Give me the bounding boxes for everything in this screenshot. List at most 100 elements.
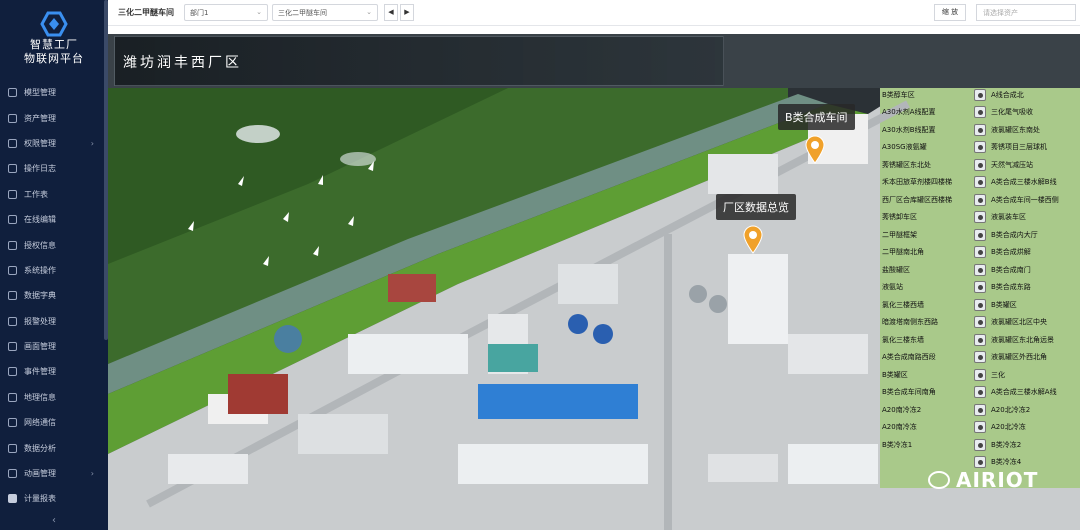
camera-item[interactable]: A线合成北 xyxy=(974,86,1024,103)
sidebar-item[interactable]: 系统操作 xyxy=(0,258,104,283)
department-select[interactable]: 部门1 ⌄ xyxy=(184,4,268,21)
camera-item[interactable]: 莠锈罐区东北处 xyxy=(882,156,931,173)
camera-item[interactable]: B类冷冻2 xyxy=(974,436,1021,453)
workshop-select[interactable]: 三化二甲醚车间 ⌄ xyxy=(272,4,378,21)
dictionary-icon xyxy=(8,291,17,301)
camera-label: 西厂区合库罐区西楼梯 xyxy=(882,195,952,204)
camera-item[interactable]: A30水剂A线配置 xyxy=(882,104,935,121)
camera-item[interactable]: A类合成三楼水解B线 xyxy=(974,174,1057,191)
overview-bubble[interactable]: 厂区数据总览 xyxy=(716,194,796,220)
sidebar-item[interactable]: 在线编辑 xyxy=(0,207,104,232)
camera-label: 液氯罐区东北角远景 xyxy=(991,335,1054,344)
camera-item[interactable]: 暗渡塔南侧东西路 xyxy=(882,314,938,331)
sidebar-item-label: 数据字典 xyxy=(24,291,56,301)
sidebar-item-label: 在线编辑 xyxy=(24,215,56,225)
camera-item[interactable]: A20北冷冻2 xyxy=(974,401,1030,418)
chevron-right-icon: › xyxy=(90,469,94,479)
camera-label: 液氯罐区北区中央 xyxy=(991,318,1047,326)
wechat-icon xyxy=(928,471,950,489)
camera-icon xyxy=(974,228,986,241)
camera-item[interactable]: 盐酸罐区 xyxy=(882,261,910,278)
camera-item[interactable]: 天然气减压站 xyxy=(974,156,1033,173)
next-button[interactable]: ▶ xyxy=(400,4,414,21)
camera-item[interactable]: A类合成车间一楼西侧 xyxy=(974,191,1059,208)
camera-item[interactable]: 莠锈项目三层球机 xyxy=(974,139,1047,156)
camera-icon xyxy=(974,106,986,118)
camera-item[interactable]: 西厂区合库罐区西楼梯 xyxy=(882,191,952,208)
zoom-button[interactable]: 缩 放 xyxy=(934,4,966,21)
sidebar-item[interactable]: 权限管理 › xyxy=(0,131,104,156)
camera-item[interactable]: 氯化三楼西墙 xyxy=(882,296,924,313)
camera-label: 二甲醚框架 xyxy=(882,230,917,239)
camera-item[interactable]: A20南冷冻 xyxy=(882,419,917,436)
sidebar-collapse-button[interactable]: ‹ xyxy=(0,512,108,530)
sidebar-item[interactable]: 网络通信 xyxy=(0,410,104,435)
sidebar-item[interactable]: 资产管理 xyxy=(0,105,104,130)
sidebar-item[interactable]: 授权信息 xyxy=(0,232,104,257)
camera-label: A类合成三楼水解B线 xyxy=(991,178,1057,186)
camera-item[interactable]: B类醇车区 xyxy=(882,86,915,103)
camera-item[interactable]: 液氯罐区外西北角 xyxy=(974,349,1047,366)
sidebar-item-label: 工作表 xyxy=(24,189,48,199)
camera-item[interactable]: A20北冷冻 xyxy=(974,419,1026,436)
sidebar-item[interactable]: 操作日志 xyxy=(0,156,104,181)
camera-item[interactable]: 液氯罐区东南处 xyxy=(974,121,1040,138)
camera-item[interactable]: 二甲醚框架 xyxy=(882,226,917,243)
camera-label: A30SG液氨罐 xyxy=(882,143,927,151)
sidebar-item[interactable]: 画面管理 xyxy=(0,334,104,359)
camera-item[interactable]: A30SG液氨罐 xyxy=(882,139,927,156)
camera-icon xyxy=(974,193,986,206)
camera-label: A30水剂B线配置 xyxy=(882,125,936,134)
prev-button[interactable]: ◀ xyxy=(384,4,398,21)
camera-icon xyxy=(974,88,986,101)
sidebar-item[interactable]: 动画管理 › xyxy=(0,461,104,486)
camera-item[interactable]: 禾本田旅草剂楼四楼梯 xyxy=(882,174,952,191)
camera-item[interactable]: B类合成南门 xyxy=(974,261,1031,278)
sidebar-item[interactable]: 事件管理 xyxy=(0,359,104,384)
asset-search-input[interactable]: 请选择资产 xyxy=(976,4,1076,21)
camera-item[interactable]: 三化尾气吸收 xyxy=(974,104,1033,121)
camera-item[interactable]: A类合成南路西段 xyxy=(882,349,936,366)
location-pin-icon[interactable] xyxy=(742,224,764,254)
camera-item[interactable]: 液氯罐区北区中央 xyxy=(974,314,1047,331)
camera-label: 三化 xyxy=(991,370,1005,379)
camera-item[interactable]: B类合成烘解 xyxy=(974,244,1031,261)
sidebar-item-label: 画面管理 xyxy=(24,342,56,352)
chevron-right-icon: › xyxy=(90,138,94,148)
system-icon xyxy=(8,265,17,275)
camera-icon xyxy=(974,386,986,398)
sidebar-item[interactable]: 计量报表 xyxy=(0,486,104,511)
camera-item[interactable]: A30水剂B线配置 xyxy=(882,121,936,138)
camera-item[interactable]: A20南冷冻2 xyxy=(882,401,921,418)
factory-scene[interactable]: 潍坊润丰西厂区 B类合成车间 厂区数据总览 B类醇车区 A30水剂A线配置 A30水… xyxy=(108,34,1080,530)
camera-item[interactable]: B类罐区 xyxy=(974,296,1017,313)
camera-item[interactable]: 二甲醚南北角 xyxy=(882,244,924,261)
location-pin-icon[interactable] xyxy=(804,134,826,164)
sidebar-item[interactable]: 数据字典 xyxy=(0,283,104,308)
camera-item[interactable]: 氯化三楼东墙 xyxy=(882,331,924,348)
chevron-down-icon: ⌄ xyxy=(256,8,262,16)
camera-item[interactable]: B类合成东路 xyxy=(974,279,1031,296)
sidebar-item[interactable]: 工作表 xyxy=(0,182,104,207)
sidebar-item-label: 事件管理 xyxy=(24,367,56,377)
sidebar-item[interactable]: 数据分析 xyxy=(0,435,104,460)
camera-label: B类合成内大厅 xyxy=(991,230,1038,239)
camera-label: 盐酸罐区 xyxy=(882,265,910,274)
sidebar-item-label: 数据分析 xyxy=(24,443,56,453)
sidebar-item[interactable]: 报警处理 xyxy=(0,309,104,334)
page-title: 三化二甲醚车间 xyxy=(118,8,174,17)
camera-item[interactable]: 液氨站 xyxy=(882,279,903,296)
camera-item[interactable]: 三化 xyxy=(974,366,1005,383)
camera-item[interactable]: B类罐区 xyxy=(882,366,908,383)
analysis-icon xyxy=(8,443,17,453)
workshop-bubble[interactable]: B类合成车间 xyxy=(778,104,855,130)
camera-item[interactable]: B类合成内大厅 xyxy=(974,226,1038,243)
camera-item[interactable]: 液氯罐区东北角远景 xyxy=(974,331,1054,348)
camera-item[interactable]: A类合成三楼水解A线 xyxy=(974,384,1057,401)
camera-item[interactable]: 液氯装车区 xyxy=(974,209,1026,226)
camera-item[interactable]: B类合成车间南角 xyxy=(882,384,936,401)
camera-item[interactable]: 莠锈卸车区 xyxy=(882,209,917,226)
sidebar-item[interactable]: 模型管理 xyxy=(0,80,104,105)
camera-item[interactable]: B类冷冻1 xyxy=(882,436,912,453)
sidebar-item[interactable]: 地理信息 xyxy=(0,385,104,410)
